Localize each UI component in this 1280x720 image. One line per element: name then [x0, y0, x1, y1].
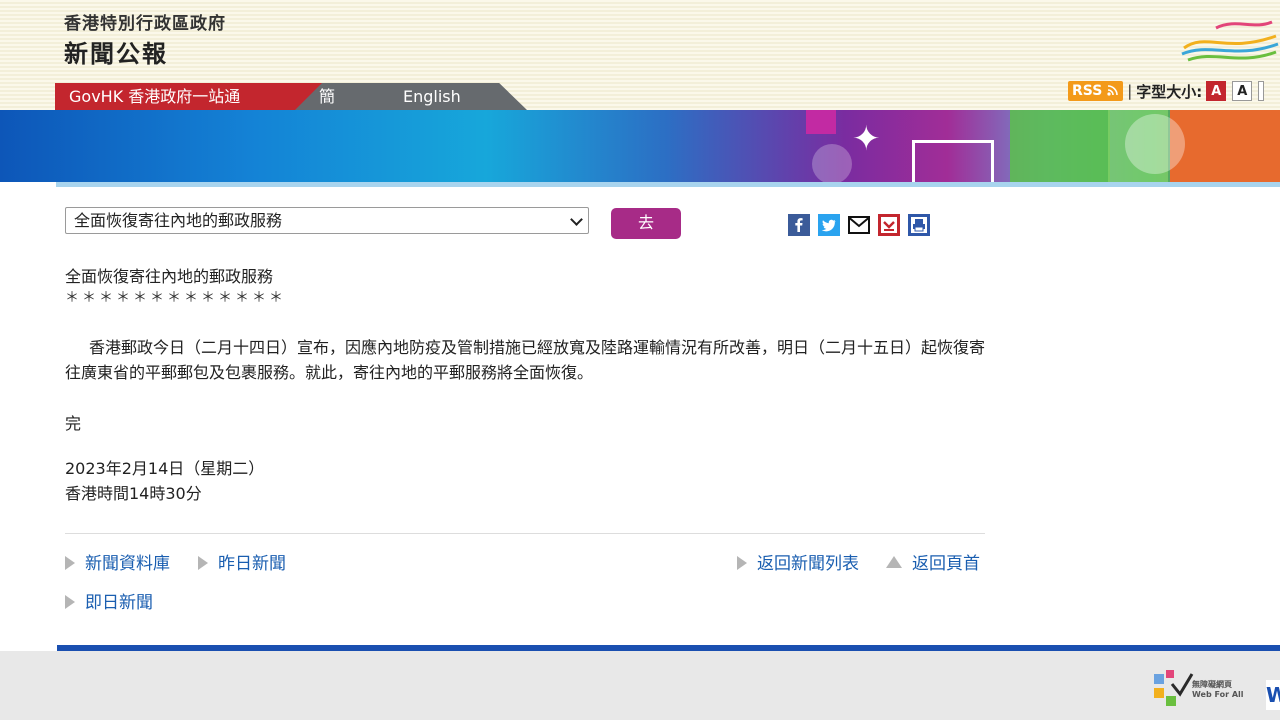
press-release-selector[interactable]: 全面恢復寄往內地的郵政服務 — [65, 207, 589, 234]
go-button[interactable]: 去 — [611, 208, 681, 239]
chevron-down-icon — [570, 213, 583, 226]
press-release-article: 全面恢復寄往內地的郵政服務 ＊＊＊＊＊＊＊＊＊＊＊＊＊ 香港郵政今日（二月十四日… — [65, 264, 985, 506]
bookmark-icon[interactable] — [878, 214, 900, 236]
press-releases-title[interactable]: 新聞公報 — [64, 34, 168, 69]
facebook-icon[interactable] — [788, 214, 810, 236]
triangle-right-icon — [737, 556, 747, 570]
today-news-label: 即日新聞 — [85, 593, 153, 613]
header-banner: ✦ — [0, 110, 1280, 182]
article-body: 香港郵政今日（二月十四日）宣布，因應內地防疫及管制措施已經放寬及陸路運輸情況有所… — [65, 338, 986, 382]
title-divider: ＊＊＊＊＊＊＊＊＊＊＊＊＊ — [65, 290, 286, 306]
government-title: 香港特別行政區政府 — [64, 14, 226, 34]
font-size-large-button[interactable]: A — [1232, 81, 1253, 101]
back-to-top-link[interactable]: 返回頁首 — [886, 552, 980, 576]
banner-shape — [1170, 110, 1280, 182]
rss-label: RSS — [1072, 83, 1103, 99]
font-size-small-button[interactable]: A — [1206, 81, 1227, 101]
email-icon[interactable] — [848, 214, 870, 236]
selector-value: 全面恢復寄往內地的郵政服務 — [74, 211, 283, 230]
triangle-right-icon — [198, 556, 208, 570]
rss-icon — [1107, 85, 1119, 96]
banner-shape — [806, 110, 836, 134]
banner-frame — [912, 140, 994, 182]
header-tools: RSS | 字型大小: A A — [1068, 80, 1270, 102]
article-end-mark: 完 — [65, 414, 82, 433]
tools-separator: | — [1127, 82, 1133, 100]
release-date: 2023年2月14日（星期二） — [65, 459, 265, 478]
site-header: 香港特別行政區政府 新聞公報 GovHK 香港政府一站通 簡体版 English… — [0, 0, 1280, 160]
banner-shape — [1010, 110, 1110, 182]
sparkle-icon: ✦ — [852, 119, 881, 159]
triangle-right-icon — [65, 595, 75, 609]
english-link[interactable]: English — [403, 83, 461, 110]
today-news-link[interactable]: 即日新聞 — [65, 591, 153, 615]
brand-hong-kong-logo[interactable] — [1176, 14, 1280, 70]
back-to-list-label: 返回新聞列表 — [757, 554, 859, 574]
banner-shape — [812, 144, 852, 182]
yesterday-news-label: 昨日新聞 — [218, 554, 286, 574]
rss-button[interactable]: RSS — [1068, 81, 1124, 101]
page-footer — [0, 651, 1280, 720]
triangle-right-icon — [65, 556, 75, 570]
twitter-icon[interactable] — [818, 214, 840, 236]
web-for-all-badge-text: 無障礙網頁 Web For All — [1192, 680, 1244, 699]
print-icon[interactable] — [908, 214, 930, 236]
article-title: 全面恢復寄往內地的郵政服務 — [65, 267, 274, 286]
banner-underline — [56, 182, 1280, 187]
news-archive-link[interactable]: 新聞資料庫 — [65, 552, 170, 576]
back-to-top-label: 返回頁首 — [912, 554, 980, 574]
govhk-tab-edge — [295, 83, 322, 110]
news-archive-label: 新聞資料庫 — [85, 554, 170, 574]
w3c-badge-icon[interactable]: W — [1266, 680, 1280, 710]
back-to-list-link[interactable]: 返回新聞列表 — [737, 552, 859, 576]
yesterday-news-link[interactable]: 昨日新聞 — [198, 552, 286, 576]
govhk-link[interactable]: GovHK 香港政府一站通 — [55, 83, 295, 110]
triangle-up-icon — [886, 556, 902, 568]
release-time: 香港時間14時30分 — [65, 484, 202, 503]
content-divider — [65, 533, 985, 534]
banner-shape — [1125, 114, 1185, 174]
font-size-label: 字型大小: — [1136, 82, 1203, 101]
font-size-extra-button[interactable] — [1258, 81, 1265, 101]
